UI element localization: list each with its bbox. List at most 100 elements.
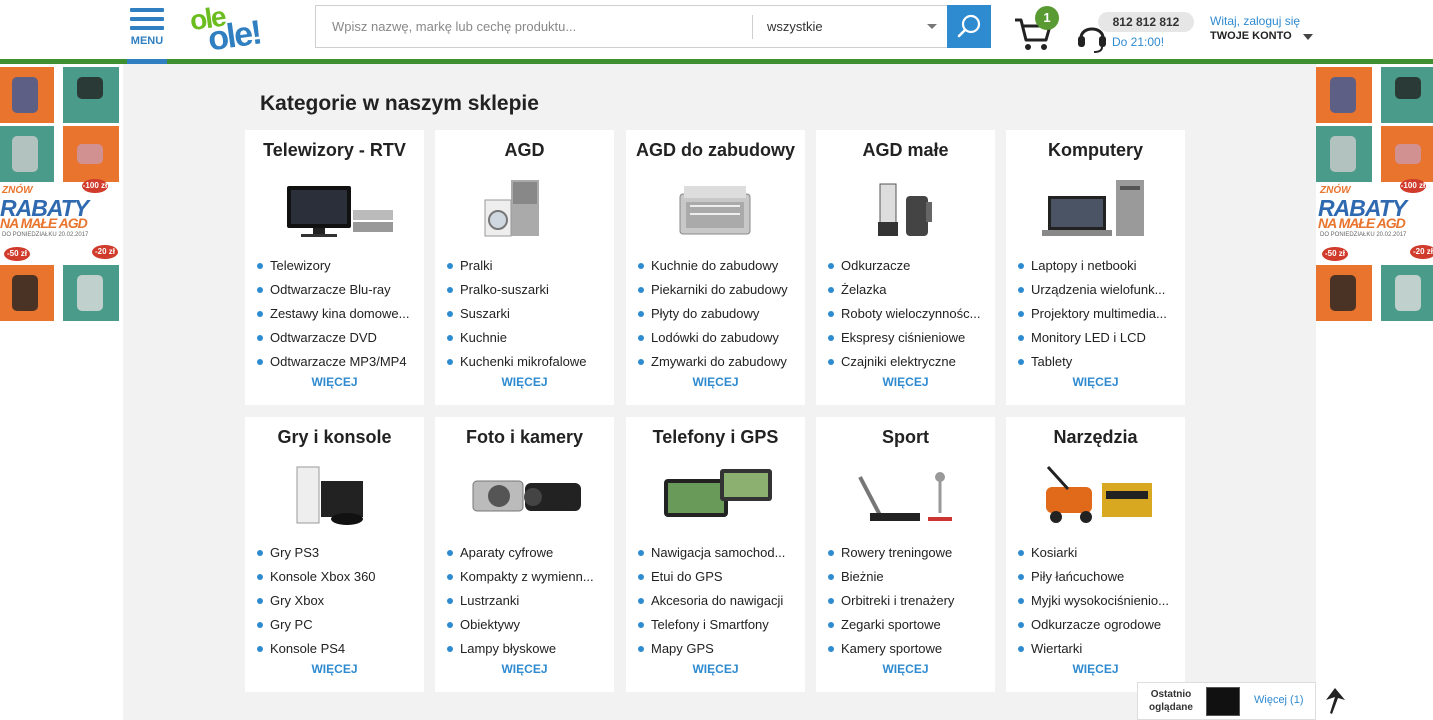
category-title[interactable]: AGD małe xyxy=(816,140,995,161)
subcategory-link[interactable]: Płyty do zabudowy xyxy=(638,305,803,329)
more-link[interactable]: WIĘCEJ xyxy=(816,375,995,389)
subcategory-link[interactable]: Konsole Xbox 360 xyxy=(257,568,422,592)
subcategory-link[interactable]: Odtwarzacze DVD xyxy=(257,329,422,353)
more-link[interactable]: WIĘCEJ xyxy=(816,662,995,676)
category-title[interactable]: Narzędzia xyxy=(1006,427,1185,448)
more-link[interactable]: WIĘCEJ xyxy=(626,375,805,389)
subcategory-link[interactable]: Odkurzacze ogrodowe xyxy=(1018,616,1183,640)
category-title[interactable]: Sport xyxy=(816,427,995,448)
subcategory-link[interactable]: Gry Xbox xyxy=(257,592,422,616)
subcategory-link[interactable]: Kamery sportowe xyxy=(828,640,993,664)
search-button[interactable] xyxy=(947,5,991,48)
subcategory-link[interactable]: Odtwarzacze MP3/MP4 xyxy=(257,353,422,377)
subcategory-link[interactable]: Projektory multimedia... xyxy=(1018,305,1183,329)
category-title[interactable]: AGD xyxy=(435,140,614,161)
subcategory-link[interactable]: Gry PS3 xyxy=(257,544,422,568)
menu-button[interactable]: MENU xyxy=(127,8,167,64)
category-title[interactable]: Telewizory - RTV xyxy=(245,140,424,161)
subcategory-link[interactable]: Pralko-suszarki xyxy=(447,281,612,305)
scroll-to-top-button[interactable] xyxy=(1323,686,1347,716)
hotline[interactable]: 812 812 812 Do 21:00! xyxy=(1076,10,1196,54)
category-title[interactable]: Telefony i GPS xyxy=(626,427,805,448)
category-title[interactable]: Gry i konsole xyxy=(245,427,424,448)
more-link[interactable]: WIĘCEJ xyxy=(245,375,424,389)
category-title[interactable]: Komputery xyxy=(1006,140,1185,161)
subcategory-link[interactable]: Lustrzanki xyxy=(447,592,612,616)
subcategory-link[interactable]: Suszarki xyxy=(447,305,612,329)
tv-icon[interactable] xyxy=(269,176,399,248)
subcategory-link[interactable]: Rowery treningowe xyxy=(828,544,993,568)
category-card: Narzędzia Kosiarki Piły łańcuchowe Myjki wy… xyxy=(1006,417,1185,692)
camera-icon[interactable] xyxy=(459,463,589,535)
subcategory-link[interactable]: Tablety xyxy=(1018,353,1183,377)
subcategory-link[interactable]: Obiektywy xyxy=(447,616,612,640)
subcategory-link[interactable]: Żelazka xyxy=(828,281,993,305)
subcategory-link[interactable]: Kuchenki mikrofalowe xyxy=(447,353,612,377)
subcategory-link[interactable]: Kompakty z wymienn... xyxy=(447,568,612,592)
more-link[interactable]: WIĘCEJ xyxy=(1006,662,1185,676)
subcategory-link[interactable]: Zestawy kina domowe... xyxy=(257,305,422,329)
lawnmower-icon[interactable] xyxy=(1030,463,1160,535)
subcategory-link[interactable]: Konsole PS4 xyxy=(257,640,422,664)
search-category-select[interactable]: wszystkie xyxy=(753,6,947,47)
more-link[interactable]: WIĘCEJ xyxy=(435,375,614,389)
subcategory-link[interactable]: Mapy GPS xyxy=(638,640,803,664)
subcategory-link[interactable]: Lampy błyskowe xyxy=(447,640,612,664)
login-link[interactable]: Witaj, zaloguj się xyxy=(1210,14,1320,28)
subcategory-link[interactable]: Piły łańcuchowe xyxy=(1018,568,1183,592)
subcategory-link[interactable]: Czajniki elektryczne xyxy=(828,353,993,377)
discount-badge: -50 zł xyxy=(4,247,30,261)
blender-icon[interactable] xyxy=(840,176,970,248)
more-link[interactable]: WIĘCEJ xyxy=(626,662,805,676)
subcategory-link[interactable]: Bieżnie xyxy=(828,568,993,592)
computer-icon[interactable] xyxy=(1030,176,1160,248)
dishwasher-icon[interactable] xyxy=(650,176,780,248)
subcategory-link[interactable]: Zmywarki do zabudowy xyxy=(638,353,803,377)
more-link[interactable]: WIĘCEJ xyxy=(1006,375,1185,389)
category-title[interactable]: AGD do zabudowy xyxy=(626,140,805,161)
subcategory-link[interactable]: Pralki xyxy=(447,257,612,281)
category-title[interactable]: Foto i kamery xyxy=(435,427,614,448)
account-menu[interactable]: Witaj, zaloguj się TWOJE KONTO xyxy=(1210,14,1320,50)
subcategory-link[interactable]: Kuchnie do zabudowy xyxy=(638,257,803,281)
promo-banner-right[interactable]: ZNÓW RABATY NA MAŁE AGD DO PONIEDZIAŁKU … xyxy=(1316,67,1433,321)
subcategory-link[interactable]: Nawigacja samochod... xyxy=(638,544,803,568)
more-link[interactable]: WIĘCEJ xyxy=(435,662,614,676)
cart-button[interactable]: 1 xyxy=(1013,6,1059,50)
subcategory-link[interactable]: Laptopy i netbooki xyxy=(1018,257,1183,281)
subcategory-link[interactable]: Kosiarki xyxy=(1018,544,1183,568)
search-input[interactable] xyxy=(316,6,752,47)
subcategory-link[interactable]: Akcesoria do nawigacji xyxy=(638,592,803,616)
subcategory-link[interactable]: Roboty wieloczynnośc... xyxy=(828,305,993,329)
subcategory-link[interactable]: Orbitreki i trenażery xyxy=(828,592,993,616)
gps-icon[interactable] xyxy=(650,463,780,535)
subcategory-link[interactable]: Gry PC xyxy=(257,616,422,640)
treadmill-icon[interactable] xyxy=(840,463,970,535)
subcategory-link[interactable]: Monitory LED i LCD xyxy=(1018,329,1183,353)
subcategory-link[interactable]: Odtwarzacze Blu-ray xyxy=(257,281,422,305)
discount-badge: -20 zł xyxy=(1410,245,1433,259)
subcategory-link[interactable]: Piekarniki do zabudowy xyxy=(638,281,803,305)
washing-machine-icon[interactable] xyxy=(459,176,589,248)
discount-badge: -100 zł xyxy=(82,179,108,193)
subcategory-link[interactable]: Zegarki sportowe xyxy=(828,616,993,640)
subcategory-link[interactable]: Lodówki do zabudowy xyxy=(638,329,803,353)
subcategory-link[interactable]: Aparaty cyfrowe xyxy=(447,544,612,568)
subcategory-link[interactable]: Kuchnie xyxy=(447,329,612,353)
console-icon[interactable] xyxy=(269,463,399,535)
subcategory-link[interactable]: Urządzenia wielofunk... xyxy=(1018,281,1183,305)
recently-viewed-more-link[interactable]: Więcej (1) xyxy=(1254,694,1304,706)
subcategory-link[interactable]: Etui do GPS xyxy=(638,568,803,592)
subcategory-link[interactable]: Odkurzacze xyxy=(828,257,993,281)
subcategory-link[interactable]: Telewizory xyxy=(257,257,422,281)
recently-viewed-thumbnail[interactable] xyxy=(1206,687,1240,716)
site-logo[interactable]: ole ole! xyxy=(188,1,286,59)
more-link[interactable]: WIĘCEJ xyxy=(245,662,424,676)
subcategory-link[interactable]: Telefony i Smartfony xyxy=(638,616,803,640)
subcategory-link[interactable]: Wiertarki xyxy=(1018,640,1183,664)
category-card: AGD Pralki Pralko-suszarki Suszarki Kuchnie K… xyxy=(435,130,614,405)
subcategory-link[interactable]: Myjki wysokociśnienio... xyxy=(1018,592,1183,616)
chevron-down-icon xyxy=(927,24,937,29)
promo-banner-left[interactable]: ZNÓW RABATY NA MAŁE AGD DO PONIEDZIAŁKU … xyxy=(0,67,121,321)
subcategory-link[interactable]: Ekspresy ciśnieniowe xyxy=(828,329,993,353)
